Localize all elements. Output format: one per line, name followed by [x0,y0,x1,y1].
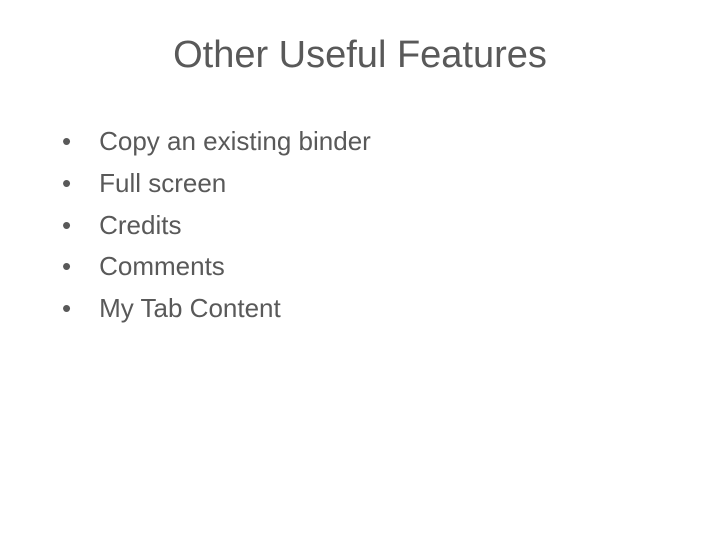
bullet-text: Comments [99,250,225,284]
bullet-icon: • [62,250,71,284]
list-item: • Full screen [62,167,672,201]
list-item: • My Tab Content [62,292,672,326]
bullet-icon: • [62,292,71,326]
bullet-list: • Copy an existing binder • Full screen … [48,125,672,326]
bullet-text: Credits [99,209,181,243]
bullet-icon: • [62,125,71,159]
slide-container: Other Useful Features • Copy an existing… [0,0,720,540]
list-item: • Comments [62,250,672,284]
bullet-icon: • [62,209,71,243]
bullet-icon: • [62,167,71,201]
bullet-text: Copy an existing binder [99,125,371,159]
bullet-text: Full screen [99,167,226,201]
slide-title: Other Useful Features [48,34,672,77]
list-item: • Credits [62,209,672,243]
bullet-text: My Tab Content [99,292,281,326]
list-item: • Copy an existing binder [62,125,672,159]
